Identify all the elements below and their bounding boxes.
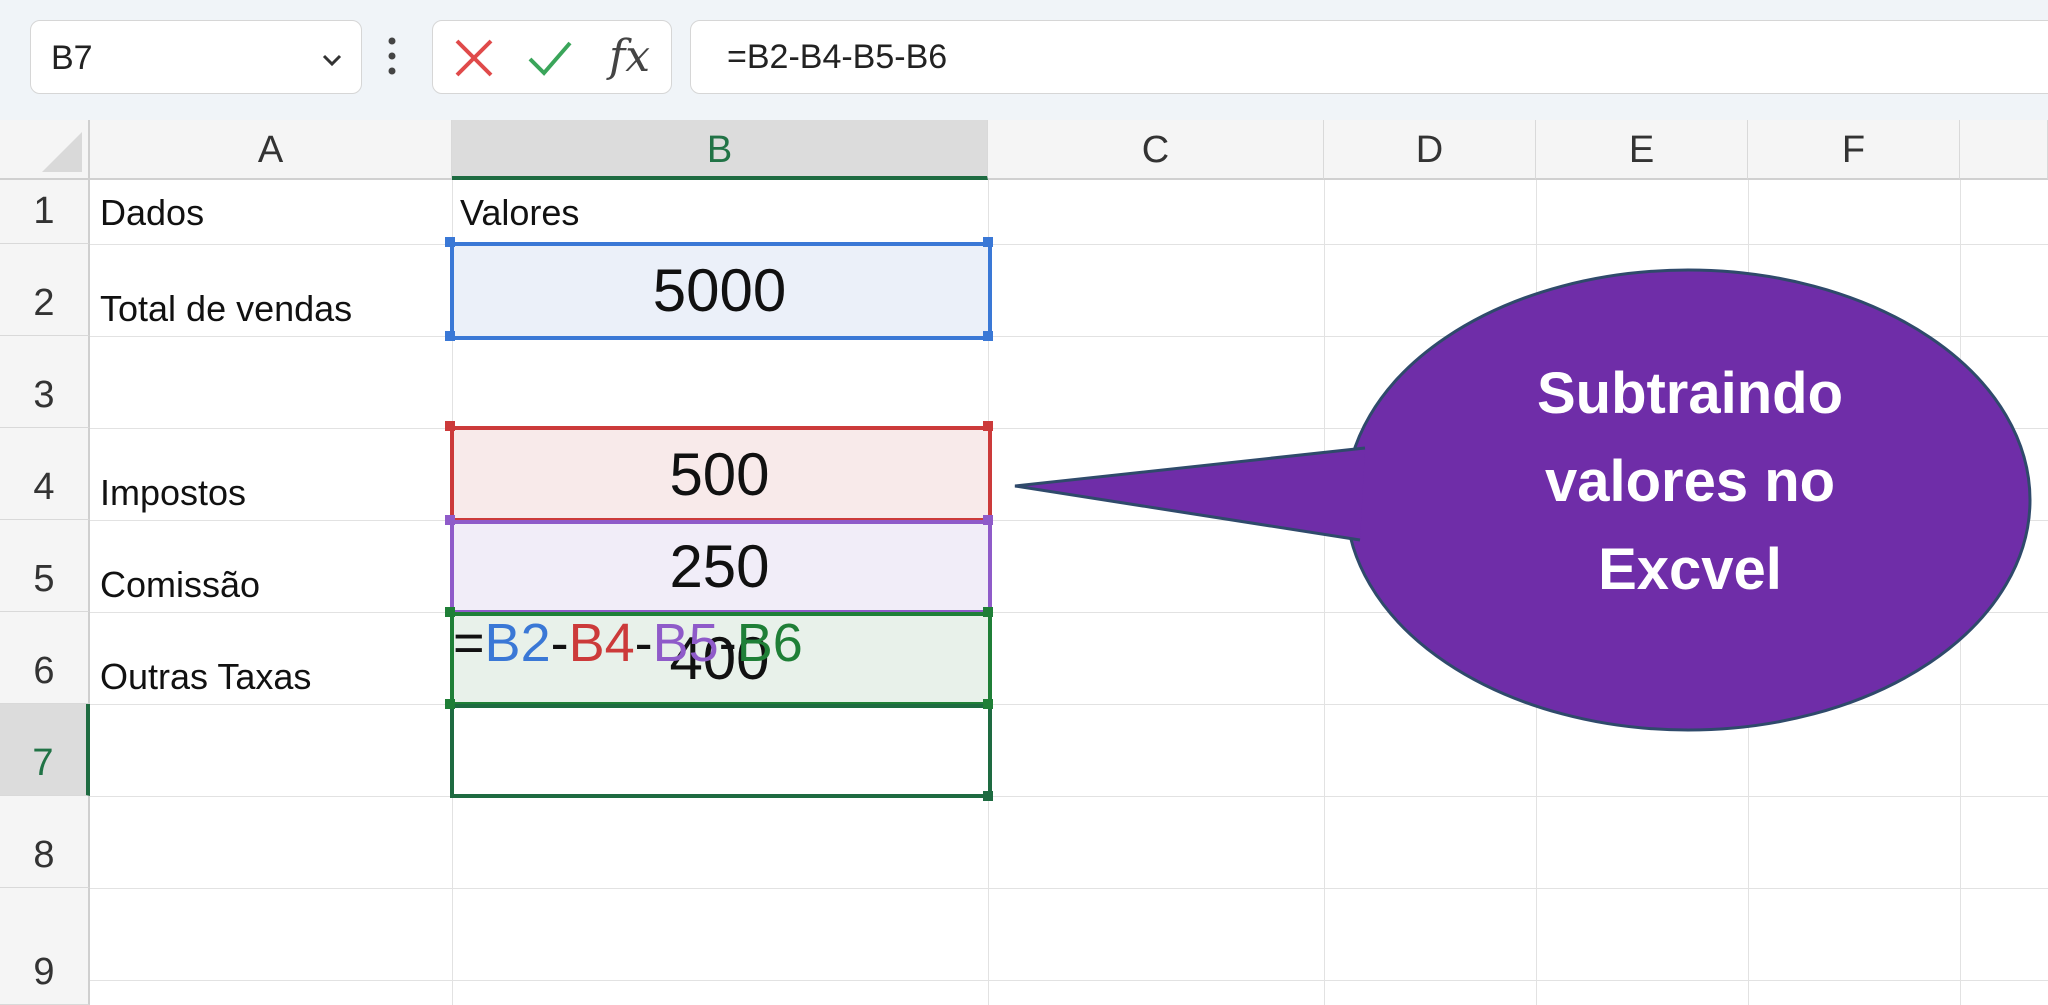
cell-b2[interactable]: 5000 [452, 256, 987, 325]
select-all-corner[interactable] [0, 120, 90, 180]
formula-ref-b2: B2 [484, 613, 551, 673]
name-box[interactable]: B7 [30, 20, 362, 94]
cell-a6[interactable]: Outras Taxas [100, 656, 311, 698]
column-header-b[interactable]: B [452, 120, 988, 180]
row-number: 6 [33, 650, 55, 692]
more-options-icon[interactable] [385, 34, 399, 78]
gridline [90, 336, 2048, 337]
range-handle[interactable] [445, 331, 455, 341]
gridline [1960, 180, 1961, 1005]
check-icon[interactable] [527, 37, 573, 79]
gridline [90, 980, 2048, 981]
chevron-down-icon[interactable] [317, 45, 347, 75]
row-number: 8 [33, 834, 55, 876]
cell-a5[interactable]: Comissão [100, 564, 260, 606]
name-box-value: B7 [51, 39, 93, 77]
range-handle[interactable] [983, 699, 993, 709]
column-header-g[interactable] [1960, 120, 2048, 180]
cell-a2[interactable]: Total de vendas [100, 288, 352, 330]
row-header-1[interactable]: 1 [0, 180, 90, 244]
column-header-f[interactable]: F [1748, 120, 1960, 180]
formula-operator: - [550, 613, 569, 673]
formula-actions: fx [432, 20, 672, 94]
row-number: 9 [33, 951, 55, 993]
row-header-6[interactable]: 6 [0, 612, 90, 704]
callout-line: Excvel [1598, 537, 1782, 602]
gridline [90, 796, 2048, 797]
row-header-3[interactable]: 3 [0, 336, 90, 428]
row-number: 5 [33, 558, 55, 600]
range-handle[interactable] [983, 515, 993, 525]
formula-operator: - [634, 613, 653, 673]
formula-ref-b6: B6 [736, 613, 803, 673]
gridline [90, 888, 2048, 889]
gridline [90, 244, 2048, 245]
cell-b4[interactable]: 500 [452, 440, 987, 509]
row-header-2[interactable]: 2 [0, 244, 90, 336]
range-handle[interactable] [445, 699, 455, 709]
row-header-5[interactable]: 5 [0, 520, 90, 612]
range-handle[interactable] [445, 515, 455, 525]
callout-line: valores no [1544, 449, 1836, 514]
callout-line: Subtraindo [1536, 361, 1844, 426]
range-handle[interactable] [983, 607, 993, 617]
formula-input[interactable]: =B2-B4-B5-B6 [690, 20, 2048, 94]
row-number: 3 [33, 374, 55, 416]
row-number: 1 [33, 190, 55, 232]
row-header-4[interactable]: 4 [0, 428, 90, 520]
range-handle[interactable] [445, 237, 455, 247]
cell-a1[interactable]: Dados [100, 192, 204, 234]
row-number: 4 [33, 466, 55, 508]
cell-b7-formula[interactable]: =B2-B4-B5-B6 [453, 612, 803, 674]
cancel-icon[interactable] [453, 37, 495, 79]
range-handle[interactable] [983, 421, 993, 431]
formula-ref-b5: B5 [652, 613, 719, 673]
range-handle[interactable] [445, 421, 455, 431]
row-number: 7 [32, 742, 54, 784]
fill-handle[interactable] [983, 791, 993, 801]
formula-equals: = [453, 613, 485, 673]
formula-input-value: =B2-B4-B5-B6 [727, 38, 948, 76]
select-all-triangle-icon [42, 132, 82, 172]
formula-operator: - [718, 613, 737, 673]
column-header-a[interactable]: A [90, 120, 452, 180]
column-header-c[interactable]: C [988, 120, 1324, 180]
active-cell-b7[interactable] [450, 704, 992, 798]
callout-text: Subtraindo valores no Excvel [1430, 350, 1950, 614]
cell-b1[interactable]: Valores [460, 192, 579, 234]
range-handle[interactable] [983, 331, 993, 341]
formula-ref-b4: B4 [568, 613, 635, 673]
insert-function-icon[interactable]: fx [609, 31, 650, 82]
range-handle[interactable] [983, 237, 993, 247]
cell-b5[interactable]: 250 [452, 532, 987, 601]
gridline [1324, 180, 1325, 1005]
cell-a4[interactable]: Impostos [100, 472, 246, 514]
row-header-7[interactable]: 7 [0, 704, 90, 796]
column-header-e[interactable]: E [1536, 120, 1748, 180]
row-header-9[interactable]: 9 [0, 888, 90, 1005]
gridline [90, 704, 2048, 705]
column-header-d[interactable]: D [1324, 120, 1536, 180]
row-header-8[interactable]: 8 [0, 796, 90, 888]
row-number: 2 [33, 282, 55, 324]
formula-bar-area: B7 fx =B2-B4-B5-B6 [0, 0, 2048, 120]
